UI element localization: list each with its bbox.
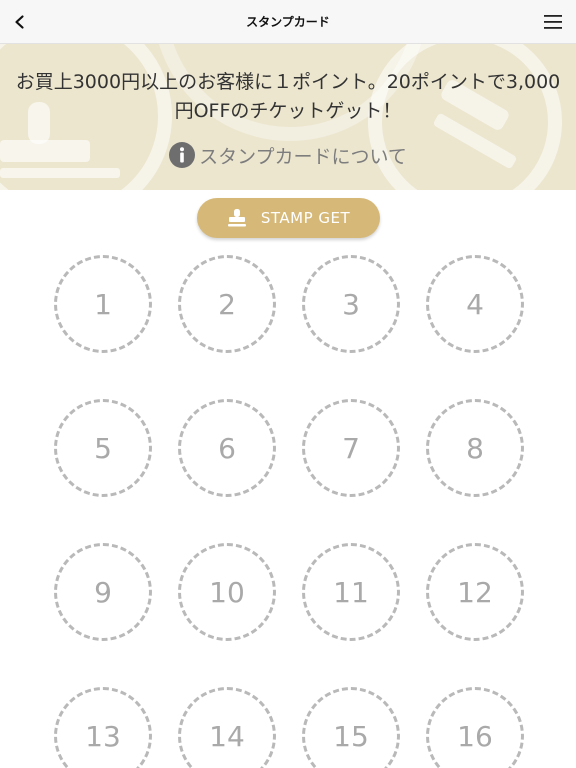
stamp-number: 4 xyxy=(466,287,484,321)
stamp-slot: 15 xyxy=(302,687,400,768)
stamp-number: 13 xyxy=(85,719,121,753)
stamp-icon xyxy=(227,209,246,227)
about-stamp-card-link[interactable]: スタンプカードについて xyxy=(0,140,576,170)
banner-message: お買上3000円以上のお客様に１ポイント。20ポイントで3,000円OFFのチケ… xyxy=(15,71,561,122)
stamp-number: 8 xyxy=(466,431,484,465)
stamp-number: 10 xyxy=(209,575,245,609)
stamp-slot: 14 xyxy=(178,687,276,768)
stamp-slot: 5 xyxy=(54,399,152,497)
stamp-slot: 10 xyxy=(178,543,276,641)
page-title: スタンプカード xyxy=(246,15,330,29)
stamp-get-label: STAMP GET xyxy=(260,209,351,227)
stamp-number: 1 xyxy=(94,287,112,321)
back-button[interactable] xyxy=(6,8,34,36)
stamp-slot: 13 xyxy=(54,687,152,768)
stamp-number: 16 xyxy=(457,719,493,753)
stamp-slot: 6 xyxy=(178,399,276,497)
stamp-number: 11 xyxy=(333,575,369,609)
hamburger-menu-icon xyxy=(544,15,562,29)
menu-button[interactable] xyxy=(540,9,566,35)
stamp-slot: 2 xyxy=(178,255,276,353)
stamp-number: 6 xyxy=(218,431,236,465)
chevron-left-icon xyxy=(15,15,24,29)
stamp-slot: 16 xyxy=(426,687,524,768)
navigation-bar: スタンプカード xyxy=(0,0,576,44)
stamp-slot: 4 xyxy=(426,255,524,353)
stamp-slot: 3 xyxy=(302,255,400,353)
stamp-slot: 11 xyxy=(302,543,400,641)
stamp-number: 2 xyxy=(218,287,236,321)
stamp-slot: 1 xyxy=(54,255,152,353)
stamp-slot: 8 xyxy=(426,399,524,497)
stamp-number: 5 xyxy=(94,431,112,465)
stamp-slot: 7 xyxy=(302,399,400,497)
about-stamp-card-label: スタンプカードについて xyxy=(199,145,407,168)
stamp-number: 14 xyxy=(209,719,245,753)
stamp-card-banner: お買上3000円以上のお客様に１ポイント。20ポイントで3,000円OFFのチケ… xyxy=(0,44,576,190)
stamp-slot: 12 xyxy=(426,543,524,641)
app-screen: スタンプカード お買上3000円以上のお客様に１ポイント。20ポイントで3,00… xyxy=(0,0,576,768)
stamp-slot: 9 xyxy=(54,543,152,641)
stamp-number: 15 xyxy=(333,719,369,753)
stamp-number: 12 xyxy=(457,575,493,609)
stamp-number: 9 xyxy=(94,575,112,609)
stamp-number: 3 xyxy=(342,287,360,321)
info-icon xyxy=(169,142,196,168)
stamp-get-button[interactable]: STAMP GET xyxy=(197,198,380,238)
stamp-number: 7 xyxy=(342,431,360,465)
